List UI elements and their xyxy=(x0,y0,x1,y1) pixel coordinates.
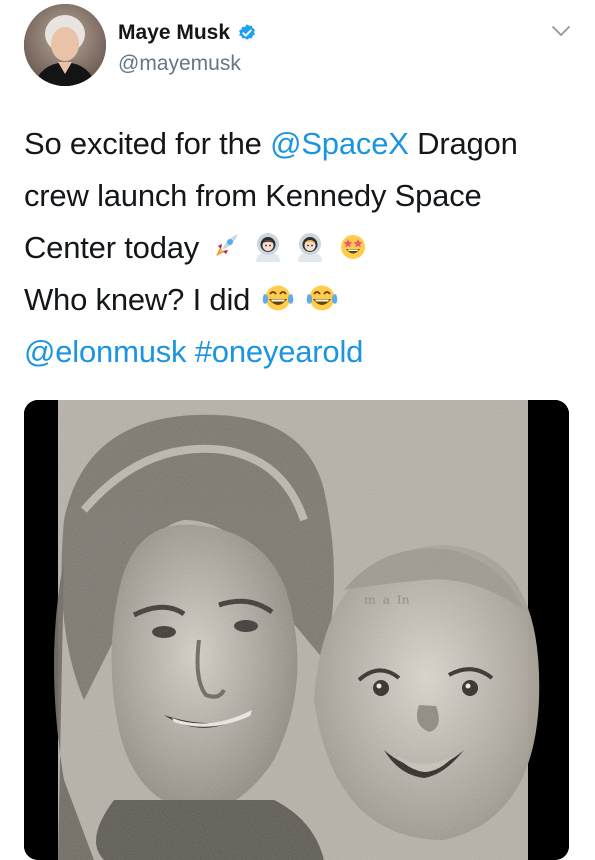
rocket-icon xyxy=(215,234,238,256)
tweet-text-segment: Dragon xyxy=(408,126,518,161)
author-name-row: Maye Musk xyxy=(118,21,257,45)
verified-badge-icon xyxy=(239,24,255,40)
tweet-text-segment: So excited for the xyxy=(24,126,271,161)
author-name[interactable]: Maye Musk xyxy=(118,21,230,45)
author-handle[interactable]: @mayemusk xyxy=(118,52,241,76)
tweet-line-5: @elonmusk #oneyearold xyxy=(24,326,574,378)
tweet-header: Maye Musk @mayemusk xyxy=(24,4,574,88)
newspaper-photo-image: ᵐ ᵃ ᴵⁿ xyxy=(24,400,569,860)
tears-of-joy-icon xyxy=(262,285,293,311)
avatar[interactable] xyxy=(24,4,106,86)
tweet-text-segment: Who knew? I did xyxy=(24,282,251,317)
tweet-line-3: Center today xyxy=(24,222,574,274)
tweet-line-4: Who knew? I did xyxy=(24,274,574,326)
tears-of-joy-icon xyxy=(306,285,338,311)
chevron-down-icon[interactable] xyxy=(550,24,572,38)
tweet-text-segment: Center today xyxy=(24,230,200,265)
hashtag-oneyearold-link[interactable]: #oneyearold xyxy=(195,334,364,369)
astronaut-icon xyxy=(298,233,323,262)
tweet-text: So excited for the @SpaceX Dragon crew l… xyxy=(24,118,574,378)
mention-spacex-link[interactable]: @SpaceX xyxy=(270,126,409,161)
tweet-line-1: So excited for the @SpaceX Dragon xyxy=(24,118,574,170)
mention-elonmusk-link[interactable]: @elonmusk xyxy=(24,334,187,369)
astronaut-icon xyxy=(255,233,280,262)
tweet-media-photo[interactable]: ᵐ ᵃ ᴵⁿ xyxy=(24,400,569,860)
tweet-line-2: crew launch from Kennedy Space xyxy=(24,178,482,213)
star-struck-icon xyxy=(340,235,365,259)
